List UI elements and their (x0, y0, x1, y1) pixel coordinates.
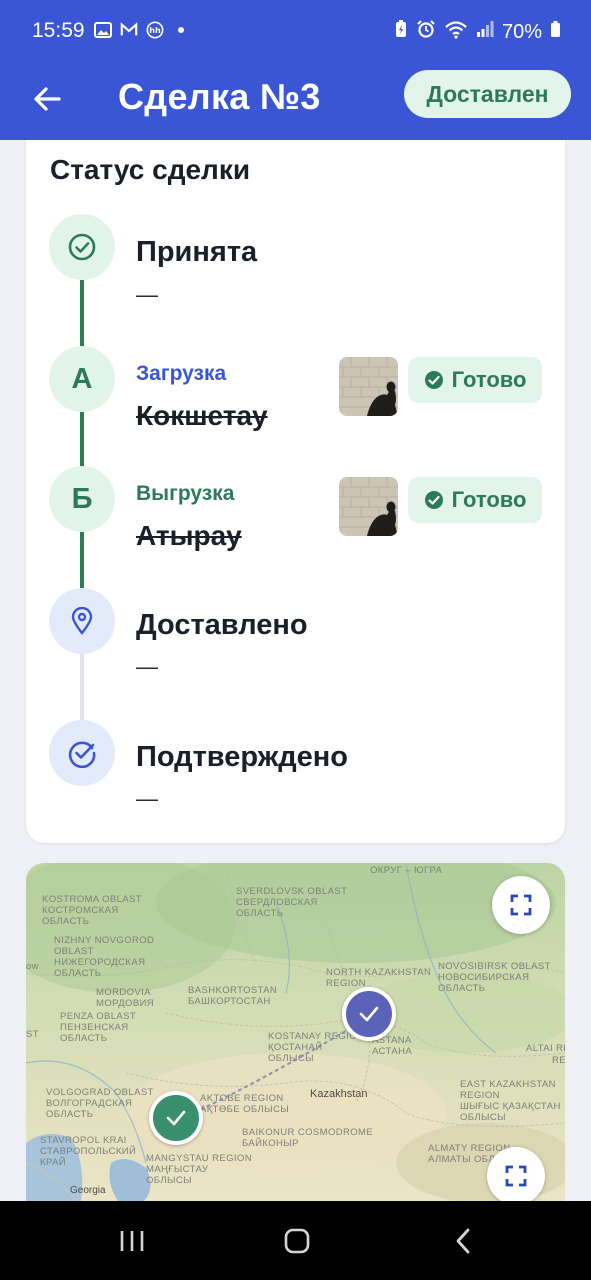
map-fullscreen-button-secondary[interactable] (487, 1147, 545, 1201)
map-fullscreen-button[interactable] (492, 876, 550, 934)
svg-text:hh: hh (149, 25, 161, 35)
step-delivered-value: — (136, 654, 158, 679)
map-label: Kazakhstan (310, 1088, 368, 1100)
app-bar: Сделка №3 Доставлен (0, 62, 591, 140)
signal-icon (476, 20, 494, 44)
map-label: NOVOSIBIRSK OBLAST НОВОСИБИРСКАЯ ОБЛАСТЬ (438, 961, 551, 994)
step-accepted-icon (49, 214, 115, 280)
map-label: KOSTROMA OBLAST КОСТРОМСКАЯ ОБЛАСТЬ (42, 894, 142, 927)
map-label: MANGYSTAU REGION МАҢҒЫСТАУ ОБЛЫСЫ (146, 1153, 252, 1186)
map-label: KOSTANAY REGION ҚОСТАНАЙ ОБЛЫСЫ (268, 1031, 365, 1064)
step-accepted-name: Принята (136, 236, 258, 268)
chevron-left-icon (456, 1228, 470, 1254)
battery-icon (550, 20, 561, 44)
recent-apps-button[interactable] (112, 1221, 152, 1261)
step-loading-city: Кокшетау (136, 400, 268, 431)
step-unloading-city: Атырау (136, 520, 242, 551)
unloading-photo-thumbnail[interactable] (339, 477, 398, 536)
route-map[interactable]: ОКРУГ – ЮГРА SVERDLOVSK OBLAST СВЕРДЛОВСК… (26, 863, 565, 1201)
timeline-connector (80, 652, 84, 722)
battery-saver-icon (394, 19, 408, 45)
unloading-ready-badge: Готово (408, 477, 542, 523)
alarm-icon (416, 19, 436, 45)
timeline-connector (80, 532, 84, 588)
timeline-connector (80, 280, 84, 350)
step-confirmed-name: Подтверждено (136, 741, 349, 773)
map-label: BASHKORTOSTAN БАШКОРТОСТАН (188, 985, 278, 1007)
fullscreen-icon (510, 894, 532, 916)
map-label: ALTAI RE (526, 1043, 565, 1054)
map-label: Georgia (70, 1185, 106, 1196)
more-dot-icon (172, 21, 190, 39)
page-title: Сделка №3 (118, 76, 321, 117)
ready-label: Готово (451, 487, 527, 512)
map-label: BAIKONUR COSMODROME БАЙКОНЫР (242, 1127, 374, 1149)
step-delivered-icon (49, 588, 115, 654)
check-filled-icon (424, 491, 443, 509)
step-loading-marker: А (49, 346, 115, 412)
system-back-button[interactable] (443, 1221, 483, 1261)
gallery-icon (94, 21, 112, 39)
step-confirmed-icon (49, 720, 115, 786)
map-label: SVERDLOVSK OBLAST СВЕРДЛОВСКАЯ ОБЛАСТЬ (236, 886, 348, 919)
map-label: RE (552, 1055, 565, 1066)
step-unloading-label: Выгрузка (136, 482, 235, 505)
map-label: ОКРУГ – ЮГРА (370, 865, 443, 876)
home-icon (284, 1228, 310, 1254)
map-label: NIZHNY NOVGOROD OBLAST НИЖЕГОРОДСКАЯ ОБЛАСТ… (54, 935, 155, 979)
map-label: MORDOVIA МОРДОВИЯ (96, 987, 155, 1009)
system-navigation-bar (0, 1201, 591, 1280)
system-icons: 70% (394, 19, 561, 45)
wifi-icon (444, 19, 468, 45)
check-icon (166, 1110, 186, 1126)
step-delivered-name: Доставлено (136, 609, 308, 641)
map-label: ST (26, 1029, 39, 1040)
step-accepted-value: — (136, 282, 158, 307)
back-button[interactable] (24, 76, 70, 122)
system-status-bar: 15:59 hh 70% (0, 0, 591, 62)
hh-app-icon: hh (146, 21, 164, 39)
map-marker-loading[interactable] (342, 987, 396, 1041)
timeline-connector (80, 412, 84, 470)
deal-status-chip: Доставлен (404, 70, 571, 118)
map-label: ow (26, 961, 39, 972)
step-confirmed-value: — (136, 786, 158, 811)
step-unloading-marker: Б (49, 466, 115, 532)
map-label: AKTOBE REGION АҚТӨБЕ ОБЛЫСЫ (200, 1093, 290, 1115)
card-title: Статус сделки (50, 154, 251, 185)
check-icon (359, 1006, 379, 1022)
map-label: STAVROPOL KRAI СТАВРОПОЛЬСКИЙ КРАЙ (40, 1135, 137, 1168)
loading-photo-thumbnail[interactable] (339, 357, 398, 416)
deal-status-card: Статус сделки Принята — А Загрузка Кокше… (26, 140, 565, 843)
check-filled-icon (424, 371, 443, 389)
check-circle-icon (68, 741, 96, 768)
fullscreen-icon (505, 1165, 527, 1187)
arrow-left-icon (34, 87, 61, 111)
map-label: NORTH KAZAKHSTAN REGION (326, 967, 432, 989)
map-marker-unloading[interactable] (149, 1091, 203, 1145)
loading-ready-badge: Готово (408, 357, 542, 403)
notification-icons: hh (94, 21, 190, 39)
home-button[interactable] (277, 1221, 317, 1261)
map-label: PENZA OBLAST ПЕНЗЕНСКАЯ ОБЛАСТЬ (60, 1011, 137, 1044)
location-pin-icon (71, 607, 93, 635)
clock: 15:59 (32, 19, 85, 42)
step-loading-label: Загрузка (136, 362, 227, 385)
recent-apps-icon (120, 1231, 144, 1251)
battery-level: 70% (501, 20, 542, 43)
map-label: VOLGOGRAD OBLAST ВОЛГОГРАДСКАЯ ОБЛАСТЬ (46, 1087, 154, 1120)
ready-label: Готово (451, 367, 527, 392)
check-circle-icon (68, 233, 96, 261)
map-label: EAST KAZAKHSTAN REGION ШЫҒЫС ҚАЗАҚСТАН ОБЛЫ… (460, 1079, 561, 1123)
gmail-icon (120, 21, 138, 39)
